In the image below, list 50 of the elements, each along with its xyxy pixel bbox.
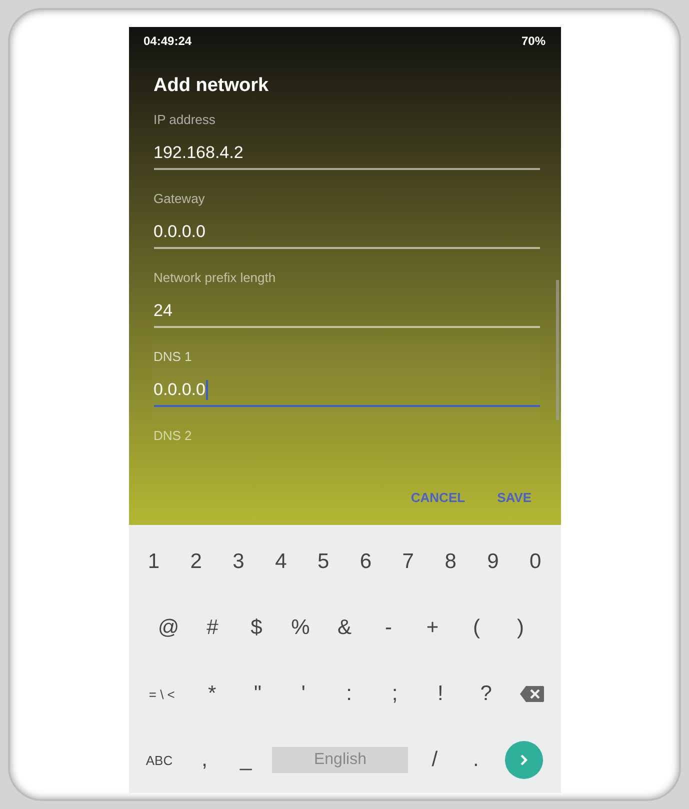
keyboard-key[interactable]: ? [463,678,509,710]
keyboard-mode-key[interactable]: = \ < [134,682,190,706]
form-field[interactable]: Network prefix length 24 [152,261,540,340]
field-label: Network prefix length [154,270,277,287]
keyboard-key[interactable]: 9 [472,546,514,578]
keyboard-key[interactable]: 7 [386,546,430,578]
keyboard-key[interactable]: / [414,744,456,776]
keyboard-key[interactable]: 1 [132,546,175,578]
text-field[interactable]: 0.0.0.0 [154,375,540,407]
keyboard-mode-key[interactable]: ABC [134,748,184,772]
keyboard-key[interactable]: 3 [217,546,260,578]
chevron-right-icon [520,754,528,766]
keyboard-key[interactable]: _ [225,744,266,776]
keyboard-key[interactable]: ( [454,612,498,644]
keyboard-key[interactable]: & [322,612,366,644]
form-field[interactable]: IP address 192.168.4.2 [152,103,540,182]
field-label: Gateway [154,191,206,208]
field-label: DNS 1 [154,349,193,366]
dialog-title: Add network [154,75,270,97]
keyboard-key[interactable]: ! [418,678,464,710]
field-label: DNS 2 [154,428,193,445]
status-time: 04:49:24 [144,34,192,48]
text-field[interactable]: 0.0.0.0 [154,217,540,249]
keyboard-key[interactable]: + [410,612,454,644]
keyboard-key[interactable]: $ [234,612,278,644]
keyboard-key[interactable]: 6 [344,546,387,578]
keyboard-key[interactable]: , [184,744,226,776]
field-label: IP address [154,112,216,129]
keyboard-key[interactable]: - [366,612,410,644]
battery-level: 70% [521,34,546,48]
keyboard-key[interactable]: 5 [302,546,345,578]
keyboard-key[interactable]: ; [372,678,418,710]
backspace-icon [518,685,545,703]
keyboard-key[interactable]: % [278,612,322,644]
keyboard-key[interactable]: ) [498,612,542,644]
keyboard-key[interactable]: 4 [260,546,302,578]
keyboard-key[interactable]: " [234,678,281,710]
keyboard-key[interactable]: . [455,744,496,776]
keyboard-key[interactable]: 0 [514,546,557,578]
keyboard-key[interactable]: ' [280,678,326,710]
form-field[interactable]: DNS 1 0.0.0.0 [152,340,540,419]
keyboard-key[interactable]: @ [146,612,190,644]
keyboard-key[interactable]: 2 [174,546,218,578]
keyboard-key[interactable]: # [190,612,234,644]
text-field[interactable]: 24 [154,296,540,328]
keyboard-key[interactable]: 8 [429,546,472,578]
keyboard-key[interactable]: * [189,678,235,710]
form-field[interactable]: Gateway 0.0.0.0 [152,182,540,261]
keyboard-key[interactable]: : [326,678,372,710]
text-field[interactable]: 192.168.4.2 [154,138,540,170]
